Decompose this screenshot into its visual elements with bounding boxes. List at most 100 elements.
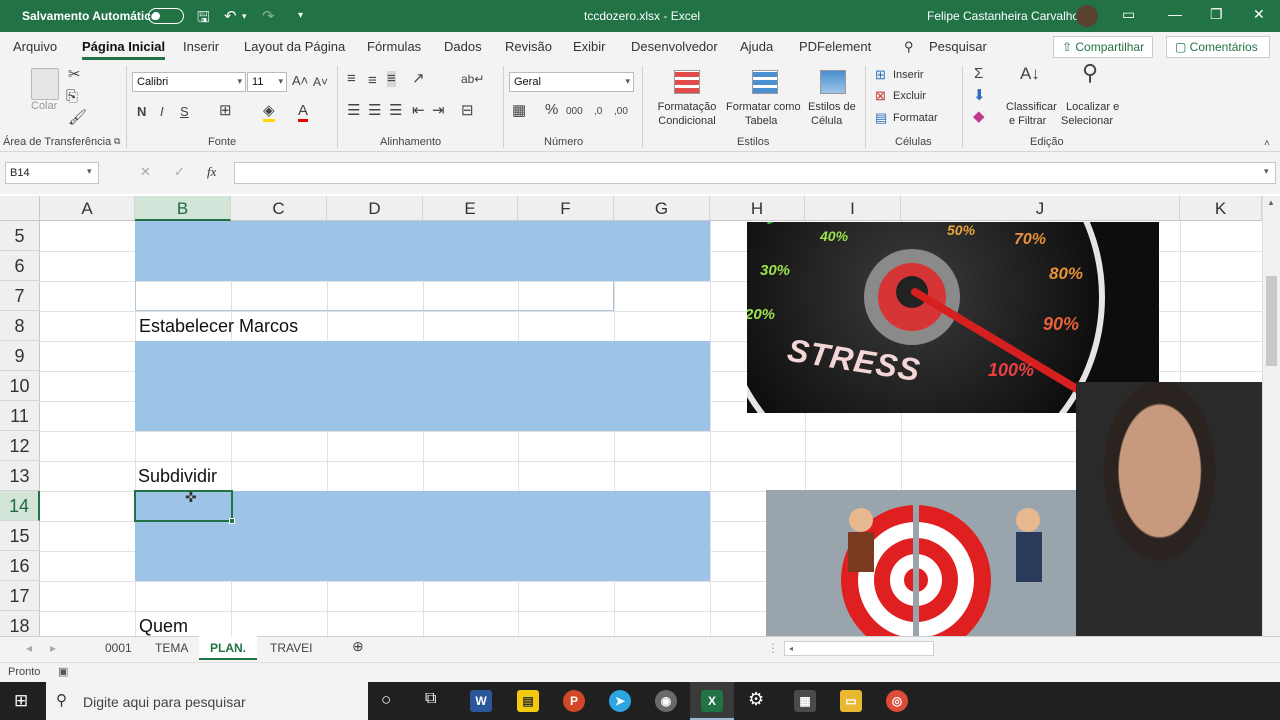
sheet-tab-plan[interactable]: PLAN. <box>210 641 246 655</box>
cut-icon[interactable]: ✂ <box>68 67 81 83</box>
insert-cells-icon[interactable]: ⊞ <box>875 67 886 83</box>
scroll-thumb[interactable] <box>1266 276 1277 366</box>
tab-layout[interactable]: Layout da Página <box>244 39 345 54</box>
align-top-icon[interactable]: ≡ <box>347 71 356 87</box>
row-header-5[interactable]: 5 <box>0 221 40 251</box>
sort-filter-label-2[interactable]: e Filtrar <box>1009 114 1046 128</box>
row-header-12[interactable]: 12 <box>0 431 40 461</box>
wrap-text-icon[interactable]: ab↵ <box>461 71 484 87</box>
row-header-9[interactable]: 9 <box>0 341 40 371</box>
conditional-formatting-icon[interactable] <box>674 70 700 94</box>
tab-pdfelement[interactable]: PDFelement <box>799 39 871 54</box>
filled-range-b9-g11[interactable] <box>135 341 710 431</box>
row-header-15[interactable]: 15 <box>0 521 40 551</box>
customize-toolbar-icon[interactable]: ▾ <box>298 10 303 21</box>
tab-desenvolvedor[interactable]: Desenvolvedor <box>631 39 718 54</box>
column-header-j[interactable]: J <box>901 196 1180 221</box>
borders-icon[interactable]: ⊞ <box>219 103 232 119</box>
row-header-11[interactable]: 11 <box>0 401 40 431</box>
collapse-ribbon-icon[interactable]: ˄ <box>1264 136 1270 152</box>
enter-icon[interactable]: ✓ <box>174 164 185 180</box>
font-name-select[interactable]: Calibri <box>132 72 246 92</box>
share-button[interactable]: ⇧ Compartilhar <box>1053 36 1154 58</box>
increase-indent-icon[interactable]: ⇥ <box>432 103 445 119</box>
taskbar-search-box[interactable]: ⚲ Digite aqui para pesquisar <box>46 682 368 720</box>
column-header-d[interactable]: D <box>327 196 423 221</box>
target-puzzle-image[interactable] <box>766 490 1096 636</box>
add-sheet-icon[interactable]: ⊕ <box>352 638 364 655</box>
formula-input[interactable] <box>234 162 1276 184</box>
tab-split-icon[interactable]: ⋮ <box>767 641 779 655</box>
sheet-tab-travei[interactable]: TRAVEI <box>270 641 312 655</box>
find-select-label-2[interactable]: Selecionar <box>1061 114 1113 128</box>
column-header-f[interactable]: F <box>518 196 614 221</box>
column-header-e[interactable]: E <box>423 196 518 221</box>
percent-icon[interactable]: % <box>545 102 558 118</box>
word-icon[interactable]: W <box>470 690 492 712</box>
fill-handle[interactable] <box>229 518 235 524</box>
cortana-icon[interactable]: ○ <box>381 690 391 710</box>
column-header-c[interactable]: C <box>231 196 327 221</box>
excel-icon[interactable]: X <box>701 690 723 712</box>
filled-range-b5-g6[interactable] <box>135 221 710 281</box>
align-bottom-icon[interactable]: ≡ <box>387 71 396 87</box>
redo-icon[interactable]: ↷ <box>262 7 275 25</box>
paste-icon[interactable] <box>31 68 59 100</box>
sheet-tab-tema[interactable]: TEMA <box>155 641 188 655</box>
active-cell-b14[interactable] <box>134 490 233 522</box>
decrease-indent-icon[interactable]: ⇤ <box>412 103 425 119</box>
cell-b13[interactable]: Subdividir <box>138 466 217 487</box>
autosum-icon[interactable]: Σ <box>974 66 983 82</box>
horizontal-scrollbar[interactable] <box>784 641 934 656</box>
name-box-dropdown-icon[interactable]: ▾ <box>87 166 92 177</box>
avatar[interactable] <box>1076 5 1098 27</box>
align-middle-icon[interactable]: ≡ <box>368 73 377 89</box>
column-header-i[interactable]: I <box>805 196 901 221</box>
align-center-icon[interactable]: ☰ <box>368 103 381 119</box>
cell-b18[interactable]: Quem <box>139 616 188 636</box>
paste-label[interactable]: Colar <box>31 99 57 113</box>
expand-formula-icon[interactable]: ▾ <box>1264 166 1269 177</box>
clear-icon[interactable]: ◆ <box>973 109 985 125</box>
format-cells-icon[interactable]: ▤ <box>875 110 887 126</box>
align-right-icon[interactable]: ☰ <box>389 103 402 119</box>
insert-cells-button[interactable]: Inserir <box>893 68 924 82</box>
app-icon[interactable]: ◉ <box>655 690 677 712</box>
scroll-left-icon[interactable]: ◂ <box>789 644 793 653</box>
sheet-tab-0001[interactable]: 0001 <box>105 641 132 655</box>
format-as-table-icon[interactable] <box>752 70 778 94</box>
sort-filter-icon[interactable]: A↓ <box>1020 65 1040 82</box>
orientation-icon[interactable]: ↗ <box>412 71 425 87</box>
copy-icon[interactable]: ⎘ <box>66 89 78 105</box>
cell-b8[interactable]: Estabelecer Marcos <box>139 316 298 337</box>
tab-arquivo[interactable]: Arquivo <box>13 39 57 54</box>
format-painter-icon[interactable]: 🖌 <box>68 110 87 126</box>
prev-sheet-icon[interactable]: ◂ <box>26 641 32 655</box>
macro-record-icon[interactable]: ▣ <box>58 665 68 678</box>
accounting-format-icon[interactable]: ▦ <box>512 103 526 119</box>
insert-function-icon[interactable]: fx <box>207 164 216 180</box>
find-select-icon[interactable]: ⚲ <box>1082 62 1098 84</box>
delete-cells-button[interactable]: Excluir <box>893 89 926 103</box>
undo-icon[interactable]: ↶ <box>224 7 237 25</box>
settings-icon[interactable]: ⚙ <box>748 689 764 710</box>
row-header-6[interactable]: 6 <box>0 251 40 281</box>
row-header-18[interactable]: 18 <box>0 611 40 636</box>
save-icon[interactable]: 🖫 <box>197 7 210 32</box>
number-format-select[interactable]: Geral <box>509 72 634 92</box>
powerpoint-icon[interactable]: P <box>563 690 585 712</box>
cancel-icon[interactable]: ✕ <box>140 164 151 180</box>
fill-icon[interactable]: ⬇ <box>973 88 986 104</box>
tab-ajuda[interactable]: Ajuda <box>740 39 773 54</box>
chrome-icon[interactable]: ◎ <box>886 690 908 712</box>
format-table-label-2[interactable]: Tabela <box>745 114 777 128</box>
underline-button[interactable]: S <box>180 104 189 120</box>
cell-styles-label-2[interactable]: Célula <box>811 114 842 128</box>
decrease-font-icon[interactable]: A˅ <box>313 74 328 90</box>
column-header-g[interactable]: G <box>614 196 710 221</box>
sort-filter-label-1[interactable]: Classificar <box>1006 100 1057 114</box>
tab-dados[interactable]: Dados <box>444 39 482 54</box>
column-header-b[interactable]: B <box>135 196 231 221</box>
tab-pagina-inicial[interactable]: Página Inicial <box>82 39 166 60</box>
dialog-launcher-icon[interactable]: ⧉ <box>114 136 120 147</box>
